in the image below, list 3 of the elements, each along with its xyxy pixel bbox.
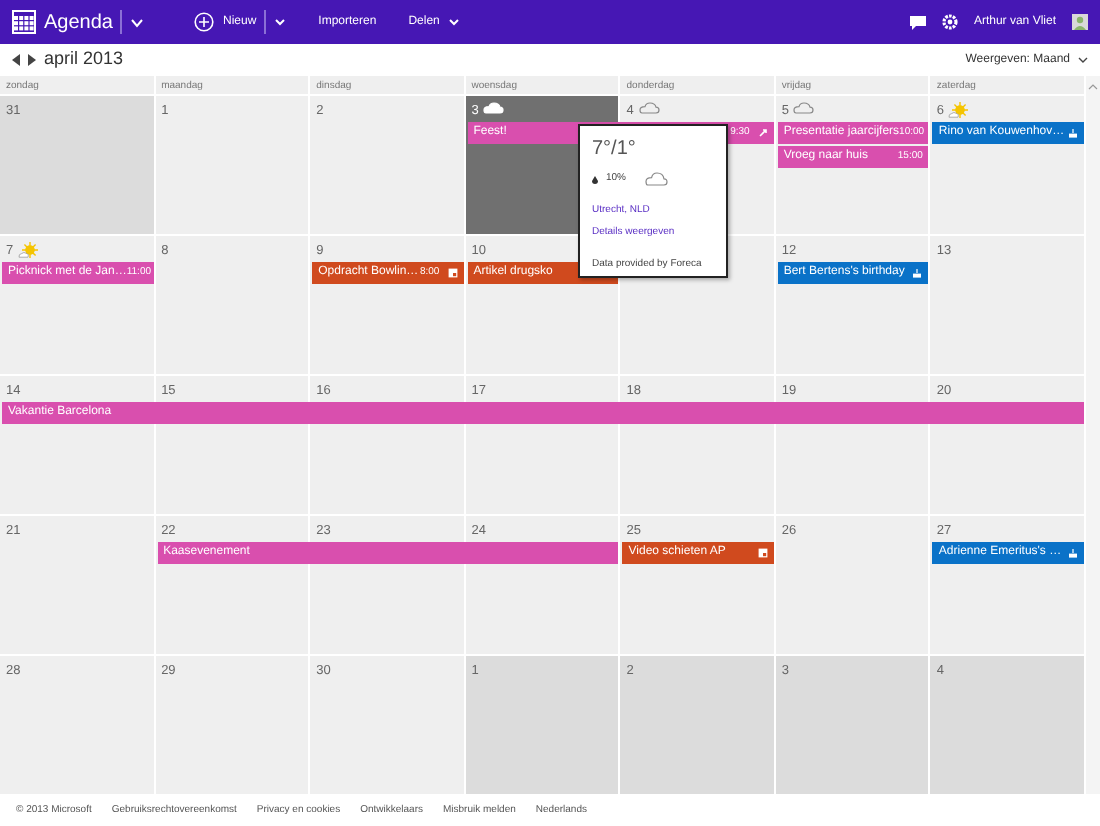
temperature: 7°/1° (592, 136, 638, 164)
month-title: april 2013 (44, 46, 124, 73)
app-title: Agenda (44, 9, 113, 37)
